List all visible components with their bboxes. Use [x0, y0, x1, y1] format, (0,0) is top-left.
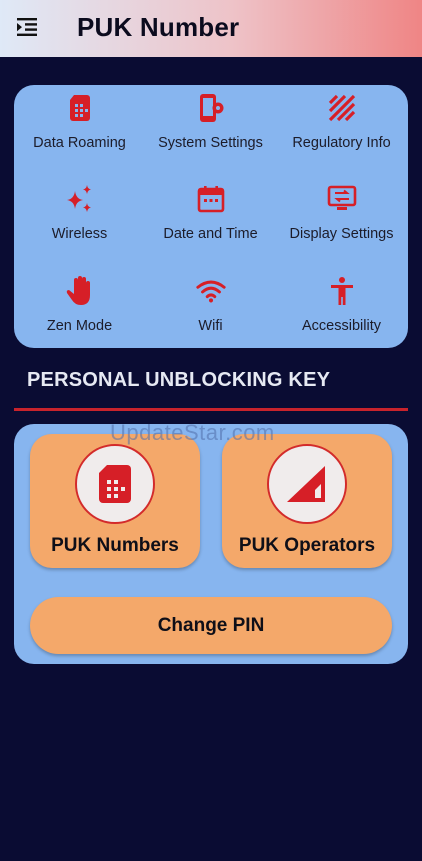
calendar-icon: [196, 184, 226, 214]
grid-item-label: Data Roaming: [33, 135, 126, 151]
hatched-pattern-icon: [327, 93, 357, 123]
app-title: PUK Number: [77, 12, 240, 42]
section-title: PERSONAL UNBLOCKING KEY: [27, 369, 331, 391]
grid-item-date-and-time[interactable]: Date and Time: [145, 176, 276, 264]
section-divider: [14, 408, 408, 411]
grid-item-label: Accessibility: [302, 318, 381, 334]
puk-numbers-label: PUK Numbers: [51, 535, 179, 556]
grid-item-wifi[interactable]: Wifi: [145, 268, 276, 356]
grid-item-label: Date and Time: [163, 226, 258, 242]
grid-item-label: Wifi: [198, 318, 223, 334]
sim-card-icon: [75, 444, 155, 524]
signal-icon: [267, 444, 347, 524]
grid-item-label: Zen Mode: [46, 318, 113, 334]
app-bar: PUK Number: [0, 0, 422, 57]
puk-operators-button[interactable]: PUK Operators: [222, 434, 392, 568]
sim-card-icon: [65, 93, 95, 123]
grid-item-zen-mode[interactable]: Zen Mode: [14, 268, 145, 356]
grid-item-display-settings[interactable]: Display Settings: [276, 176, 407, 264]
grid-item-label: System Settings: [158, 135, 263, 151]
grid-item-label: Regulatory Info: [292, 135, 391, 151]
wifi-icon: [195, 276, 226, 306]
puk-operators-label: PUK Operators: [238, 535, 376, 556]
grid-item-wireless[interactable]: Wireless: [14, 176, 145, 264]
change-pin-button[interactable]: Change PIN: [30, 597, 392, 654]
sparkle-icon: [65, 184, 95, 214]
display-settings-icon: [327, 184, 357, 214]
accessibility-icon: [327, 276, 357, 306]
grid-item-label: Wireless: [51, 226, 108, 242]
grid-item-system-settings[interactable]: System Settings: [145, 85, 276, 173]
menu-open-icon[interactable]: [14, 14, 40, 40]
grid-item-accessibility[interactable]: Accessibility: [276, 268, 407, 356]
settings-grid: Data Roaming System Settings Regulatory …: [14, 85, 408, 348]
grid-item-data-roaming[interactable]: Data Roaming: [14, 85, 145, 173]
puk-card: PUK Numbers PUK Operators Change PIN: [14, 424, 408, 664]
grid-item-regulatory-info[interactable]: Regulatory Info: [276, 85, 407, 173]
grid-item-label: Display Settings: [289, 226, 394, 242]
puk-numbers-button[interactable]: PUK Numbers: [30, 434, 200, 568]
phone-settings-icon: [196, 93, 226, 123]
hand-icon: [65, 276, 95, 306]
